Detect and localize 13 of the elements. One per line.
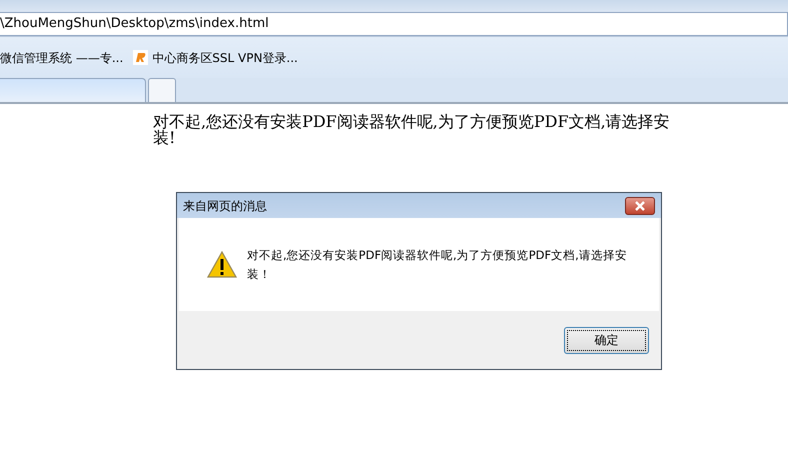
- close-button[interactable]: [625, 196, 655, 214]
- close-icon: [634, 200, 646, 210]
- favicon-icon: [133, 50, 148, 65]
- browser-tab[interactable]: [0, 78, 146, 102]
- dialog-title: 来自网页的消息: [183, 198, 267, 214]
- warning-icon: [207, 250, 237, 278]
- browser-tab[interactable]: [148, 78, 176, 102]
- page-message: 对不起,您还没有安装PDF阅读器软件呢,为了方便预览PDF文档,请选择安装!: [153, 114, 671, 146]
- favorites-link[interactable]: 中心商务区SSL VPN登录...: [152, 48, 298, 66]
- address-field[interactable]: \ZhouMengShun\Desktop\zms\index.html: [0, 12, 788, 36]
- ok-button[interactable]: 确定: [564, 326, 649, 354]
- dialog-message: 对不起,您还没有安装PDF阅读器软件呢,为了方便预览PDF文档,请选择安装！: [247, 246, 628, 282]
- favorites-link[interactable]: 微信管理系统 ——专...: [0, 48, 124, 66]
